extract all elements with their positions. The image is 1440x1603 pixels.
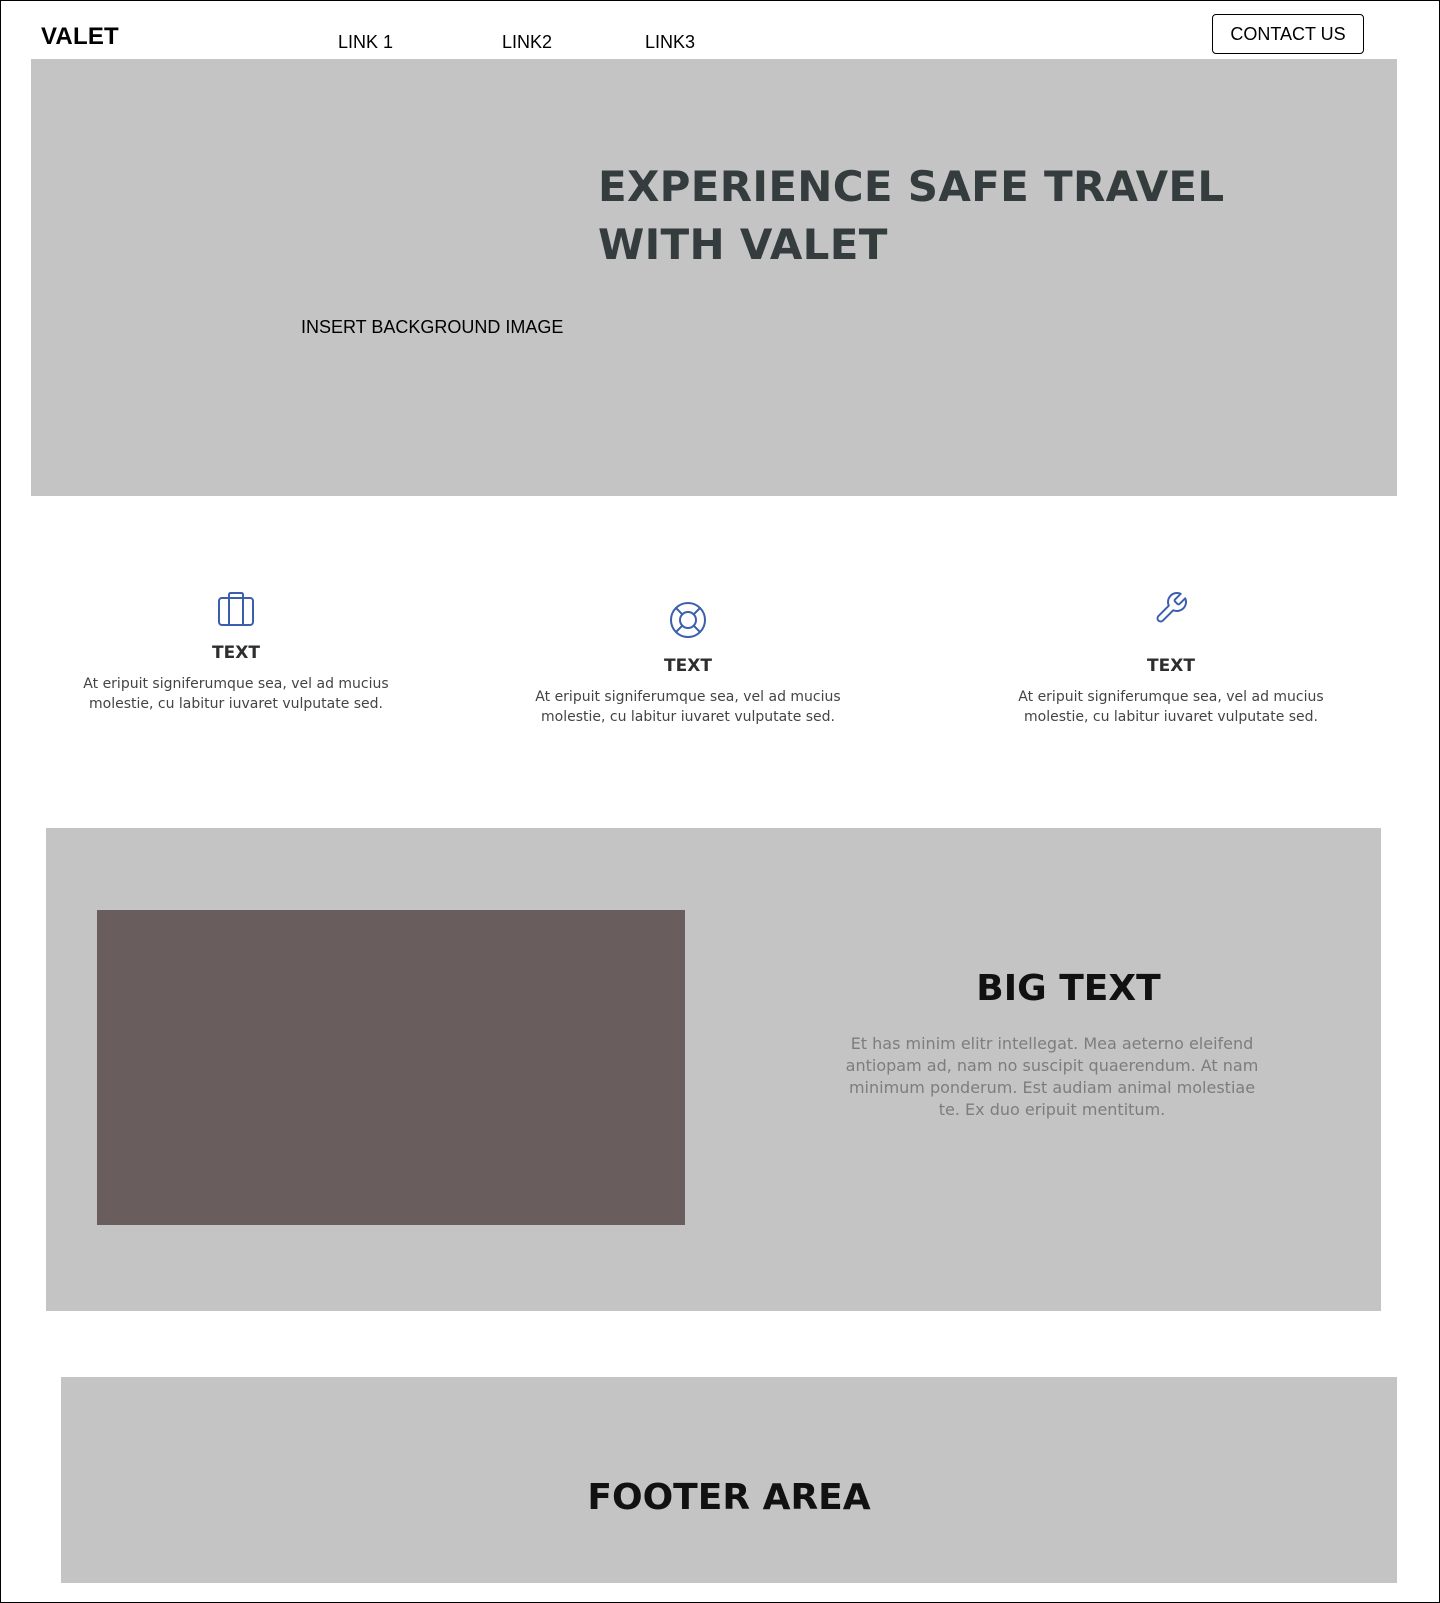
section-paragraph: Et has minim elitr intellegat. Mea aeter… <box>845 1034 1259 1119</box>
feature-card: TEXT At eripuit signiferumque sea, vel a… <box>51 591 421 714</box>
wrench-icon <box>1156 592 1187 623</box>
nav-link-2[interactable]: LINK2 <box>502 32 552 53</box>
content-section: BIG TEXT Et has minim elitr intellegat. … <box>46 828 1381 1311</box>
hero-title: EXPERIENCE SAFE TRAVEL WITH VALET <box>598 162 1225 269</box>
nav-link-1[interactable]: LINK 1 <box>338 32 393 53</box>
page-frame: VALET LINK 1 LINK2 LINK3 CONTACT US EXPE… <box>0 0 1440 1603</box>
background-image-placeholder: INSERT BACKGROUND IMAGE <box>301 317 564 337</box>
section-heading: BIG TEXT <box>976 968 1161 1009</box>
feature-card: TEXT At eripuit signiferumque sea, vel a… <box>986 590 1356 727</box>
footer: FOOTER AREA <box>61 1377 1397 1583</box>
logo[interactable]: VALET <box>41 23 119 51</box>
contact-us-button[interactable]: CONTACT US <box>1212 14 1364 54</box>
hero-section: EXPERIENCE SAFE TRAVEL WITH VALET INSERT… <box>31 59 1397 496</box>
feature-title: TEXT <box>212 643 260 663</box>
nav-link-3[interactable]: LINK3 <box>645 32 695 53</box>
lifebuoy-icon <box>670 602 706 638</box>
media-placeholder <box>97 910 685 1225</box>
briefcase-icon <box>218 592 254 626</box>
feature-card: TEXT At eripuit signiferumque sea, vel a… <box>503 601 873 727</box>
feature-description: At eripuit signiferumque sea, vel ad muc… <box>1018 689 1324 725</box>
feature-title: TEXT <box>664 656 712 676</box>
feature-title: TEXT <box>1147 656 1195 676</box>
feature-description: At eripuit signiferumque sea, vel ad muc… <box>83 676 389 712</box>
feature-description: At eripuit signiferumque sea, vel ad muc… <box>535 689 841 725</box>
footer-label: FOOTER AREA <box>587 1477 871 1518</box>
